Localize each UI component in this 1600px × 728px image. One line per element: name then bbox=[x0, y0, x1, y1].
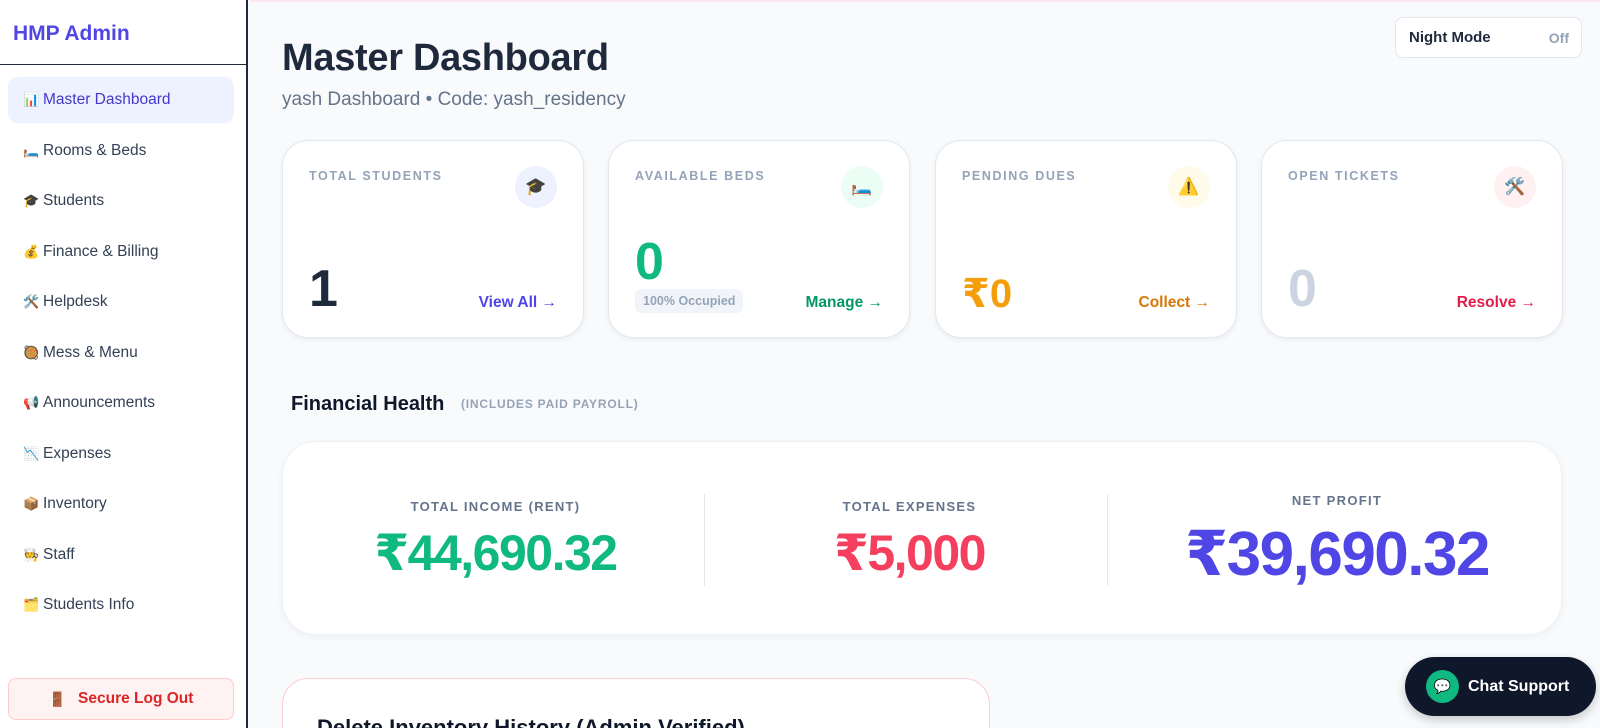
chat-support-label: Chat Support bbox=[1468, 677, 1570, 695]
cook-icon: 🧑‍🍳 bbox=[23, 546, 40, 562]
folder-icon: 🗂️ bbox=[23, 597, 40, 612]
income-value: ₹44,690.32 bbox=[374, 525, 618, 581]
stat-value: 0 bbox=[635, 233, 664, 291]
night-mode-label: Night Mode bbox=[1409, 29, 1491, 46]
tools-icon: 🛠️ bbox=[1494, 166, 1536, 208]
view-all-link[interactable]: View All → bbox=[479, 294, 557, 312]
manage-link[interactable]: Manage → bbox=[805, 294, 883, 312]
chart-down-icon: 📉 bbox=[23, 445, 40, 461]
expenses-value: ₹5,000 bbox=[834, 525, 986, 581]
warning-icon: ⚠️ bbox=[1168, 166, 1210, 208]
expenses-label: TOTAL EXPENSES bbox=[842, 499, 977, 514]
sidebar-nav: 📊 Master Dashboard 🛏️ Rooms & Beds 🎓 Stu… bbox=[0, 65, 246, 628]
graduation-cap-icon: 🎓 bbox=[515, 166, 557, 208]
sidebar-item-students-info[interactable]: 🗂️ Students Info bbox=[8, 582, 234, 628]
sidebar-item-label: Helpdesk bbox=[43, 293, 108, 310]
stat-card-open-tickets: OPEN TICKETS 🛠️ 0 Resolve → bbox=[1261, 140, 1563, 338]
stat-label: AVAILABLE BEDS bbox=[635, 169, 766, 183]
stat-card-total-students: TOTAL STUDENTS 🎓 1 View All → bbox=[282, 140, 584, 338]
financial-health-title: Financial Health bbox=[291, 393, 445, 415]
sidebar-item-staff[interactable]: 🧑‍🍳 Staff bbox=[8, 532, 234, 578]
chat-support-button[interactable]: 💬 Chat Support bbox=[1405, 657, 1596, 716]
sidebar: HMP Admin 📊 Master Dashboard 🛏️ Rooms & … bbox=[0, 0, 248, 728]
logout-button[interactable]: 🚪 Secure Log Out bbox=[8, 678, 234, 720]
package-icon: 📦 bbox=[23, 496, 40, 511]
top-accent-line bbox=[250, 0, 1600, 2]
sidebar-item-students[interactable]: 🎓 Students bbox=[8, 178, 234, 224]
sidebar-item-label: Rooms & Beds bbox=[43, 141, 147, 159]
brand-title[interactable]: HMP Admin bbox=[0, 0, 246, 65]
sidebar-item-label: Students Info bbox=[43, 596, 135, 613]
tools-icon: 🛠️ bbox=[23, 294, 40, 309]
food-pot-icon: 🥘 bbox=[23, 344, 40, 360]
sidebar-item-helpdesk[interactable]: 🛠️ Helpdesk bbox=[8, 279, 234, 325]
stat-label: TOTAL STUDENTS bbox=[309, 169, 443, 183]
sidebar-item-label: Master Dashboard bbox=[43, 91, 171, 108]
night-mode-state: Off bbox=[1548, 29, 1569, 46]
sidebar-item-label: Finance & Billing bbox=[43, 242, 159, 260]
page-subtitle: yash Dashboard • Code: yash_residency bbox=[282, 89, 626, 110]
night-mode-toggle[interactable]: Night Mode Off bbox=[1395, 17, 1582, 58]
money-bag-icon: 💰 bbox=[23, 243, 40, 259]
sidebar-item-expenses[interactable]: 📉 Expenses bbox=[8, 431, 234, 477]
income-column: TOTAL INCOME (RENT) ₹44,690.32 bbox=[283, 442, 708, 636]
financial-health-panel: TOTAL INCOME (RENT) ₹44,690.32 TOTAL EXP… bbox=[282, 441, 1562, 635]
occupancy-badge: 100% Occupied bbox=[635, 289, 744, 313]
income-label: TOTAL INCOME (RENT) bbox=[410, 499, 581, 514]
stat-value: ₹0 bbox=[962, 272, 1013, 316]
sidebar-item-label: Expenses bbox=[43, 444, 112, 462]
divider bbox=[704, 494, 705, 586]
expenses-column: TOTAL EXPENSES ₹5,000 bbox=[708, 442, 1111, 636]
resolve-link[interactable]: Resolve → bbox=[1457, 294, 1536, 312]
sidebar-item-mess-menu[interactable]: 🥘 Mess & Menu bbox=[8, 330, 234, 376]
collect-link[interactable]: Collect → bbox=[1139, 294, 1210, 312]
stat-card-pending-dues: PENDING DUES ⚠️ ₹0 Collect → bbox=[935, 140, 1237, 338]
sidebar-item-label: Students bbox=[43, 192, 105, 209]
bed-icon: 🛏️ bbox=[23, 142, 40, 158]
stat-label: PENDING DUES bbox=[962, 169, 1077, 183]
sidebar-item-rooms-beds[interactable]: 🛏️ Rooms & Beds bbox=[8, 128, 234, 174]
chat-bubble-icon: 💬 bbox=[1426, 670, 1459, 703]
door-icon: 🚪 bbox=[48, 690, 67, 707]
stat-value: 1 bbox=[309, 260, 338, 318]
graduation-cap-icon: 🎓 bbox=[23, 193, 40, 208]
inventory-history-title: Delete Inventory History (Admin Verified… bbox=[317, 715, 745, 728]
sidebar-item-finance-billing[interactable]: 💰 Finance & Billing bbox=[8, 229, 234, 275]
sidebar-item-label: Mess & Menu bbox=[43, 343, 138, 361]
stat-value: 0 bbox=[1288, 260, 1317, 318]
sidebar-item-label: Inventory bbox=[43, 495, 107, 512]
financial-health-note: (INCLUDES PAID PAYROLL) bbox=[461, 397, 639, 411]
stat-card-available-beds: AVAILABLE BEDS 🛏️ 0 100% Occupied Manage… bbox=[608, 140, 910, 338]
megaphone-icon: 📢 bbox=[23, 395, 40, 410]
bed-icon: 🛏️ bbox=[841, 166, 883, 208]
sidebar-item-inventory[interactable]: 📦 Inventory bbox=[8, 481, 234, 527]
profit-label: NET PROFIT bbox=[1291, 493, 1383, 508]
sidebar-item-label: Staff bbox=[43, 545, 75, 563]
sidebar-item-announcements[interactable]: 📢 Announcements bbox=[8, 380, 234, 426]
sidebar-item-master-dashboard[interactable]: 📊 Master Dashboard bbox=[8, 77, 234, 123]
profit-column: NET PROFIT ₹39,690.32 bbox=[1111, 442, 1563, 636]
chart-icon: 📊 bbox=[23, 92, 40, 107]
sidebar-item-label: Announcements bbox=[43, 394, 156, 411]
logout-label: Secure Log Out bbox=[78, 690, 194, 707]
main-content: Night Mode Off Master Dashboard yash Das… bbox=[250, 0, 1600, 728]
inventory-history-card: Delete Inventory History (Admin Verified… bbox=[282, 678, 990, 728]
stat-label: OPEN TICKETS bbox=[1288, 169, 1400, 183]
profit-value: ₹39,690.32 bbox=[1185, 520, 1490, 589]
page-title: Master Dashboard bbox=[282, 37, 609, 79]
divider bbox=[1107, 494, 1108, 586]
